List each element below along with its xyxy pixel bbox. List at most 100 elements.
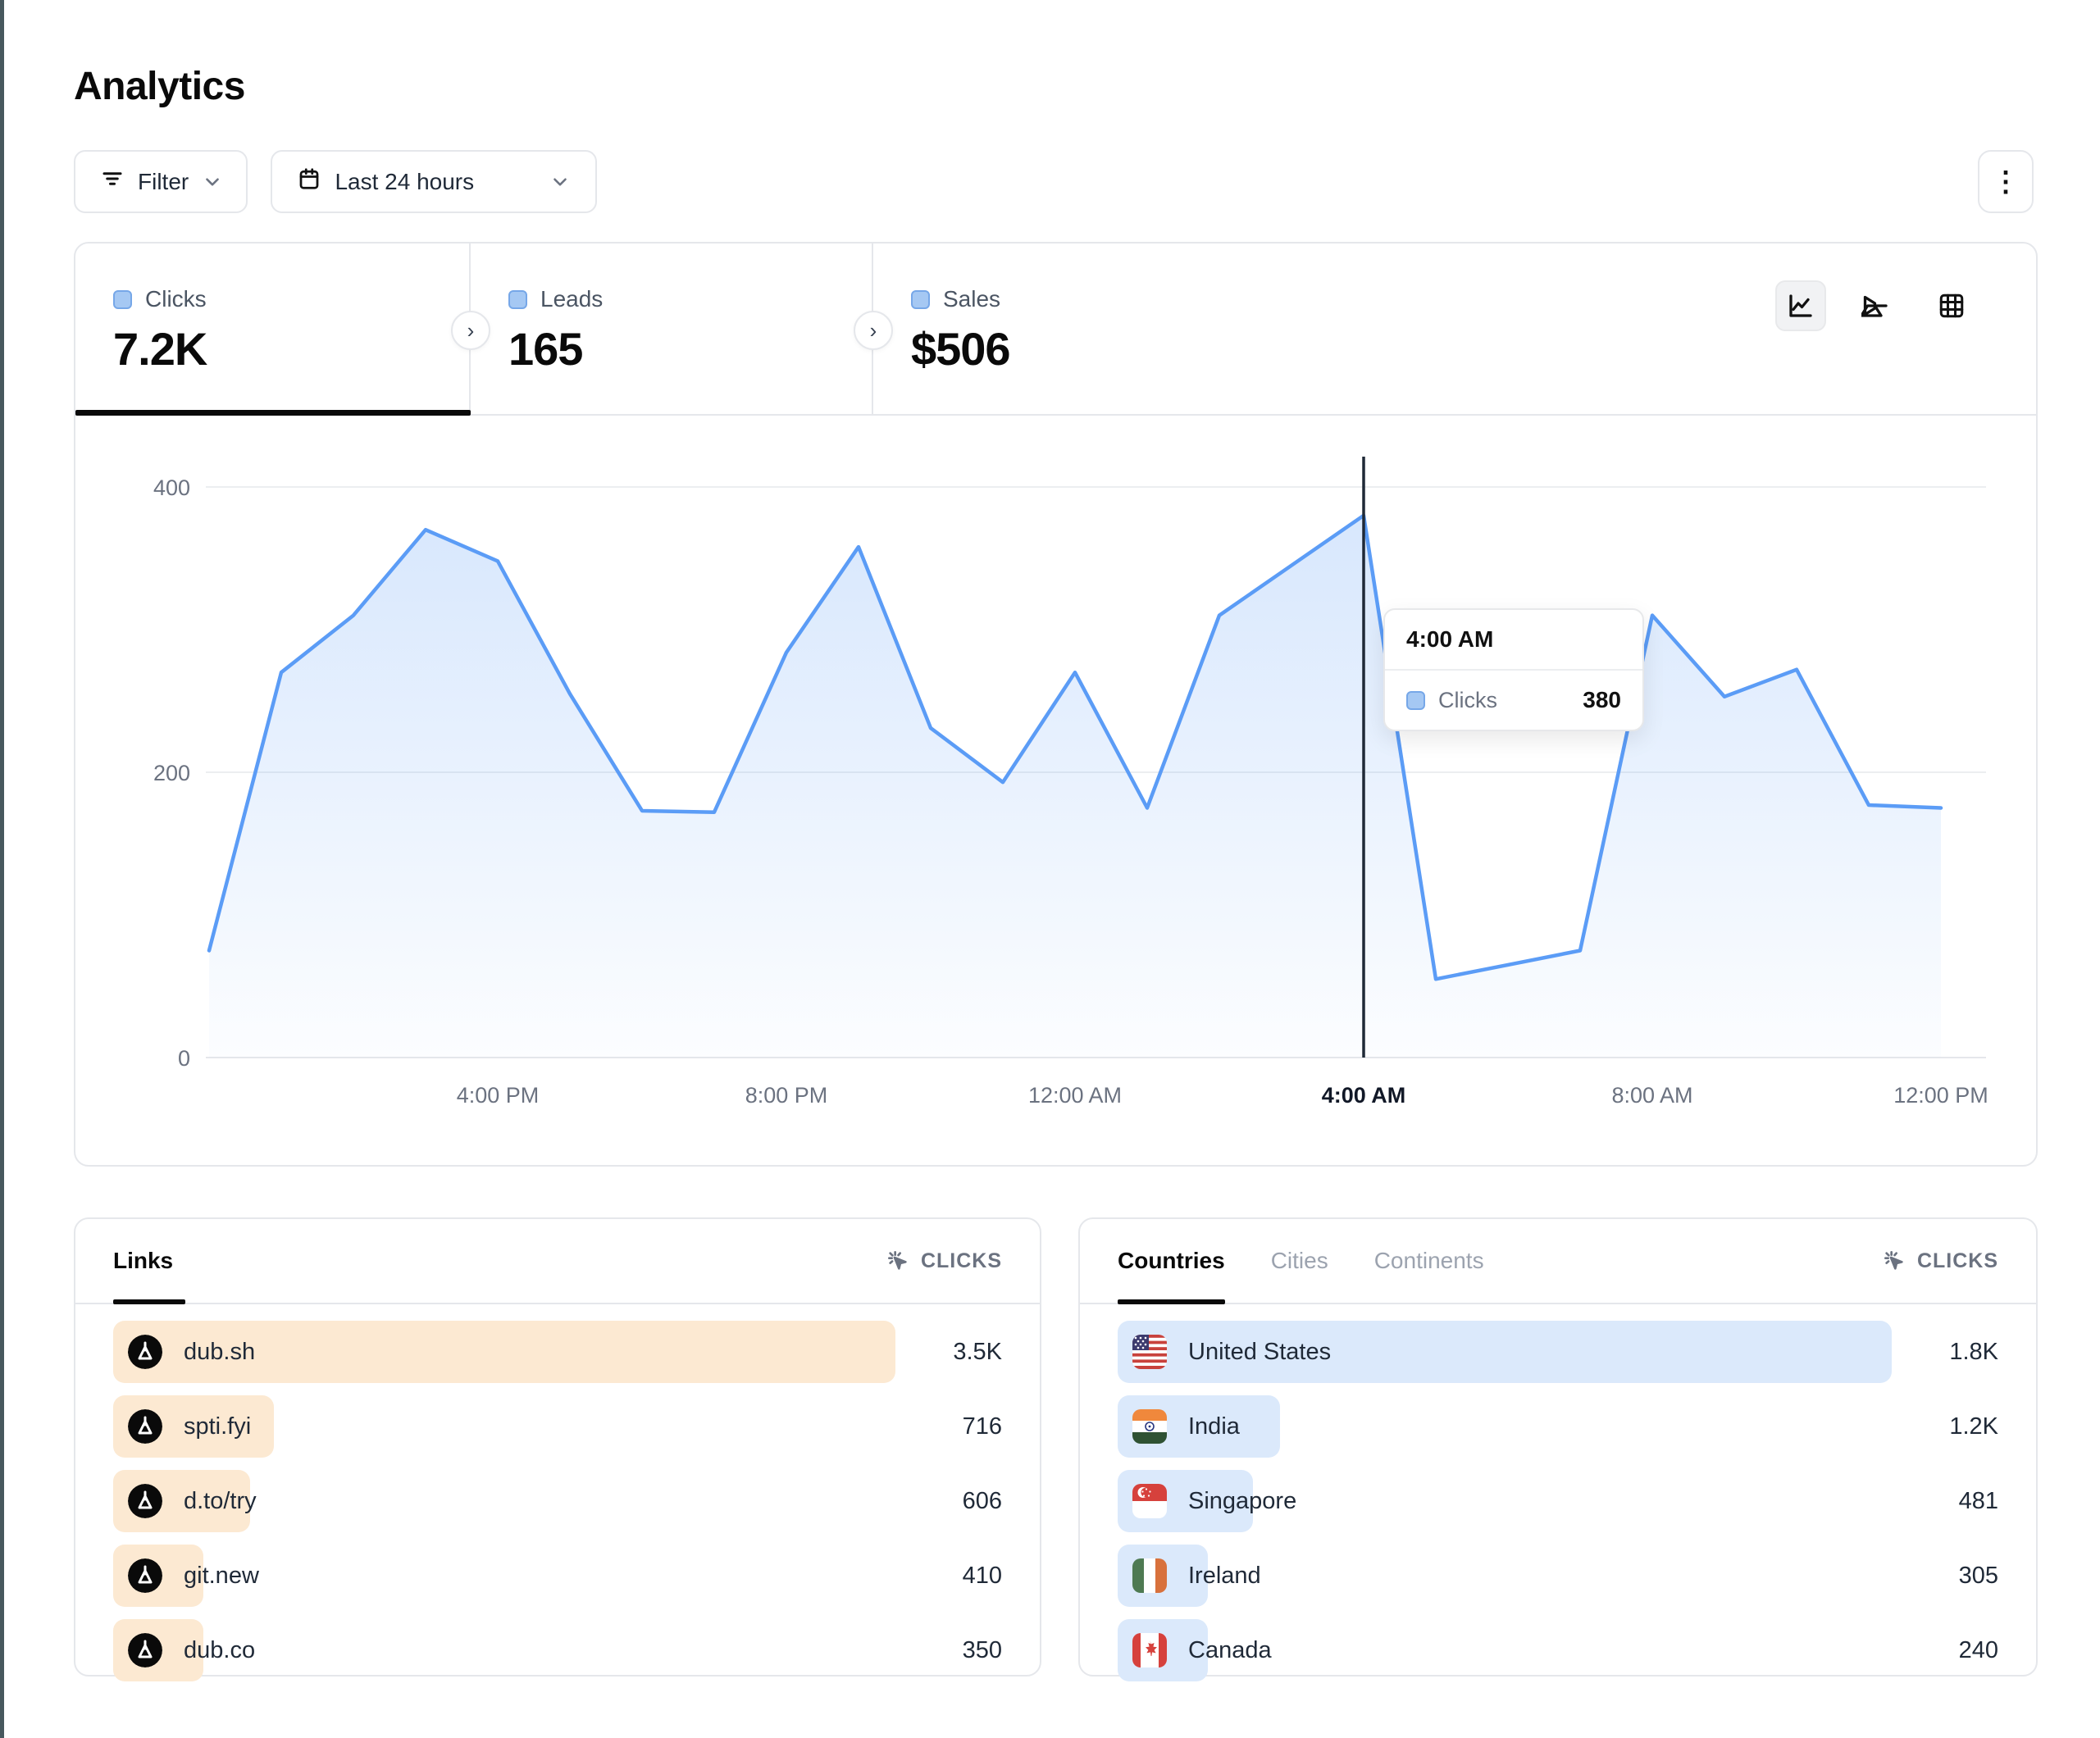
countries-panel: Countries Cities Continents CLICKS Unite… bbox=[1078, 1217, 2038, 1677]
funnel-icon bbox=[1861, 291, 1891, 321]
tooltip-series-label: Clicks bbox=[1438, 688, 1497, 713]
chevron-right-icon: › bbox=[467, 318, 475, 343]
grid-icon bbox=[1937, 291, 1966, 321]
clicks-legend-chip-icon bbox=[113, 290, 132, 309]
filter-icon bbox=[100, 166, 125, 197]
more-options-button[interactable]: ⋮ bbox=[1978, 150, 2034, 213]
link-name: d.to/try bbox=[184, 1488, 257, 1515]
chevron-down-icon bbox=[549, 171, 571, 193]
date-range-button[interactable]: Last 24 hours bbox=[271, 150, 597, 213]
ca-flag-icon bbox=[1132, 1633, 1167, 1667]
sg-flag-icon bbox=[1132, 1484, 1167, 1518]
dub-logo-icon bbox=[128, 1409, 162, 1444]
country-row[interactable]: Canada 240 bbox=[1118, 1619, 1998, 1681]
countries-metric-label: CLICKS bbox=[1917, 1249, 1998, 1273]
page-title: Analytics bbox=[74, 64, 245, 109]
stat-value: $506 bbox=[911, 322, 1276, 375]
x-axis-tick-label: 12:00 AM bbox=[1028, 1083, 1122, 1108]
clicks-count: 716 bbox=[963, 1413, 1002, 1440]
stats-tabs-row: Clicks 7.2K Leads 165 Sales $506 › › bbox=[75, 243, 2036, 416]
stat-label: Clicks bbox=[145, 286, 207, 312]
link-name: git.new bbox=[184, 1563, 259, 1590]
clicks-count: 240 bbox=[1959, 1637, 1998, 1664]
clicks-count: 3.5K bbox=[953, 1339, 1002, 1366]
stat-value: 165 bbox=[508, 322, 872, 375]
dub-logo-icon bbox=[128, 1484, 162, 1518]
country-row[interactable]: Ireland 305 bbox=[1118, 1545, 1998, 1607]
filter-button[interactable]: Filter bbox=[74, 150, 248, 213]
country-name: United States bbox=[1188, 1339, 1331, 1366]
tooltip-legend-chip-icon bbox=[1406, 691, 1425, 710]
country-name: Canada bbox=[1188, 1637, 1272, 1664]
line-chart-icon bbox=[1786, 291, 1815, 321]
ie-flag-icon bbox=[1132, 1558, 1167, 1593]
tab-sales[interactable]: Sales $506 bbox=[873, 243, 1276, 414]
date-range-label: Last 24 hours bbox=[335, 169, 474, 195]
clicks-count: 606 bbox=[963, 1488, 1002, 1515]
countries-panel-header: Countries Cities Continents CLICKS bbox=[1080, 1219, 2036, 1304]
area-fill bbox=[209, 516, 1941, 1058]
link-row[interactable]: dub.sh 3.5K bbox=[113, 1321, 1002, 1383]
leads-legend-chip-icon bbox=[508, 290, 527, 309]
clicks-count: 481 bbox=[1959, 1488, 1998, 1515]
active-tab-underline bbox=[75, 410, 471, 416]
link-row[interactable]: d.to/try 606 bbox=[113, 1470, 1002, 1532]
tooltip-value: 380 bbox=[1583, 687, 1621, 713]
country-row[interactable]: United States 1.8K bbox=[1118, 1321, 1998, 1383]
dub-logo-icon bbox=[128, 1633, 162, 1667]
country-row[interactable]: Singapore481 bbox=[1118, 1470, 1998, 1532]
links-list: dub.sh 3.5K spti.fyi 716 d.to/try 606 git.new 4… bbox=[75, 1304, 1040, 1681]
links-panel-header: Links CLICKS bbox=[75, 1219, 1040, 1304]
expand-clicks-leads-button[interactable]: › bbox=[451, 311, 490, 350]
tab-countries[interactable]: Countries bbox=[1118, 1219, 1225, 1303]
cursor-click-icon bbox=[1881, 1248, 1907, 1274]
dub-logo-icon bbox=[128, 1335, 162, 1369]
us-flag-icon bbox=[1132, 1335, 1167, 1369]
clicks-count: 1.2K bbox=[1949, 1413, 1998, 1440]
toolbar: Filter Last 24 hours ⋮ bbox=[74, 150, 2034, 213]
tab-continents[interactable]: Continents bbox=[1374, 1219, 1484, 1303]
tab-cities[interactable]: Cities bbox=[1271, 1219, 1328, 1303]
clicks-count: 305 bbox=[1959, 1563, 1998, 1590]
kebab-menu-icon: ⋮ bbox=[1992, 166, 2020, 198]
y-axis-tick-label: 0 bbox=[178, 1046, 190, 1071]
country-name: Ireland bbox=[1188, 1563, 1261, 1590]
countries-list: United States 1.8K India 1.2K Singapore481 Ir… bbox=[1080, 1304, 2036, 1681]
link-name: spti.fyi bbox=[184, 1413, 251, 1440]
link-row[interactable]: git.new 410 bbox=[113, 1545, 1002, 1607]
y-axis-tick-label: 400 bbox=[153, 475, 190, 500]
country-row[interactable]: India 1.2K bbox=[1118, 1395, 1998, 1458]
chevron-down-icon bbox=[202, 171, 223, 193]
countries-metric-selector[interactable]: CLICKS bbox=[1881, 1248, 1998, 1274]
clicks-count: 1.8K bbox=[1949, 1339, 1998, 1366]
chart-tooltip: 4:00 AM Clicks 380 bbox=[1383, 608, 1644, 731]
links-panel: Links CLICKS dub.sh 3.5K spti.fyi 716 d.to/t… bbox=[74, 1217, 1041, 1677]
sales-legend-chip-icon bbox=[911, 290, 930, 309]
link-name: dub.sh bbox=[184, 1339, 255, 1366]
links-metric-selector[interactable]: CLICKS bbox=[885, 1248, 1002, 1274]
link-row[interactable]: dub.co 350 bbox=[113, 1619, 1002, 1681]
tab-leads[interactable]: Leads 165 bbox=[471, 243, 873, 414]
tab-clicks[interactable]: Clicks 7.2K bbox=[75, 243, 471, 414]
link-name: dub.co bbox=[184, 1637, 255, 1664]
x-axis-tick-label: 8:00 AM bbox=[1611, 1083, 1692, 1108]
in-flag-icon bbox=[1132, 1409, 1167, 1444]
dub-logo-icon bbox=[128, 1558, 162, 1593]
funnel-view-button[interactable] bbox=[1851, 280, 1902, 331]
tooltip-time: 4:00 AM bbox=[1385, 610, 1642, 671]
x-axis-tick-label: 4:00 AM bbox=[1322, 1083, 1406, 1108]
y-axis-tick-label: 200 bbox=[153, 761, 190, 785]
country-name: India bbox=[1188, 1413, 1240, 1440]
table-view-button[interactable] bbox=[1926, 280, 1977, 331]
line-chart-view-button[interactable] bbox=[1775, 280, 1826, 331]
link-row[interactable]: spti.fyi 716 bbox=[113, 1395, 1002, 1458]
tab-links[interactable]: Links bbox=[113, 1219, 173, 1303]
stat-label: Leads bbox=[540, 286, 603, 312]
x-axis-tick-label: 8:00 PM bbox=[745, 1083, 828, 1108]
filter-button-label: Filter bbox=[138, 169, 189, 195]
clicks-count: 410 bbox=[963, 1563, 1002, 1590]
clicks-count: 350 bbox=[963, 1637, 1002, 1664]
clicks-timeseries-chart[interactable]: 02004004:00 PM8:00 PM12:00 AM4:00 AM8:00… bbox=[75, 416, 2036, 1167]
expand-leads-sales-button[interactable]: › bbox=[854, 311, 893, 350]
x-axis-tick-label: 12:00 PM bbox=[1893, 1083, 1988, 1108]
